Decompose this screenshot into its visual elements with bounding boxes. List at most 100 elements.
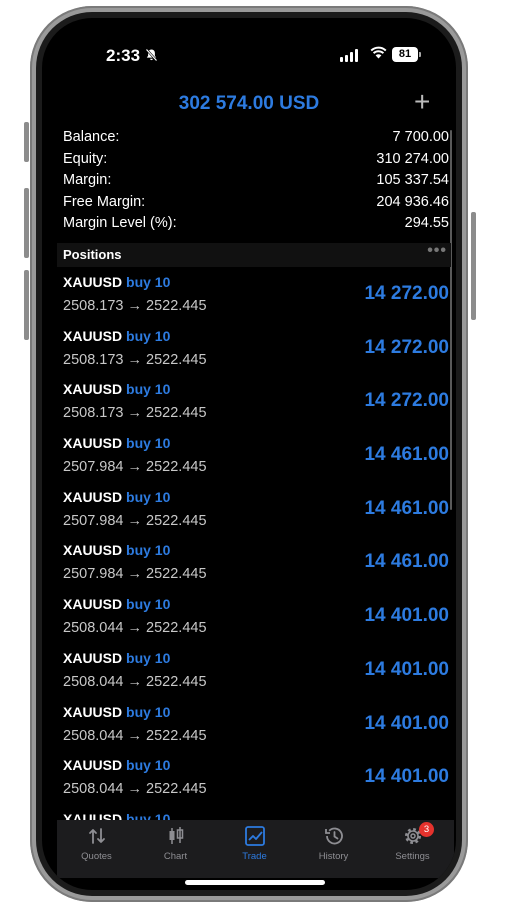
summary-value: 7 700.00 bbox=[392, 129, 449, 145]
silent-bell-icon bbox=[145, 48, 158, 65]
position-symbol: XAUUSD bbox=[63, 327, 123, 344]
position-profit: 14 461.00 bbox=[364, 551, 449, 573]
position-row[interactable]: XAUUSD buy 10 2508.044 → 2522.445 14 401… bbox=[63, 754, 449, 808]
tab-trade-label: Trade bbox=[242, 851, 267, 862]
action-button[interactable] bbox=[24, 122, 29, 162]
cellular-signal-icon bbox=[340, 49, 362, 62]
summary-label: Equity: bbox=[63, 150, 108, 167]
position-profit: 14 272.00 bbox=[364, 283, 449, 304]
position-symbol: XAUUSD bbox=[63, 488, 123, 505]
position-profit: 14 401.00 bbox=[364, 766, 449, 788]
position-type: buy 10 bbox=[126, 381, 171, 398]
position-row[interactable]: XAUUSD buy 10 2507.984 → 2522.445 14 461… bbox=[63, 486, 449, 540]
chart-icon bbox=[169, 827, 183, 844]
position-type: buy 10 bbox=[126, 703, 171, 720]
status-time: 2:33 bbox=[106, 46, 141, 65]
quotes-icon bbox=[88, 828, 105, 844]
position-prices: 2507.984 → 2522.445 bbox=[63, 566, 207, 583]
summary-label: Balance: bbox=[63, 129, 120, 145]
position-row[interactable]: XAUUSD buy 10 2508.044 → 2522.445 14 401… bbox=[63, 647, 449, 701]
position-title: XAUUSD buy 10 bbox=[63, 435, 170, 451]
summary-row-equity: Equity: 310 274.00 bbox=[63, 151, 449, 173]
position-prices: 2508.044 → 2522.445 bbox=[63, 781, 207, 798]
position-prices: 2507.984 → 2522.445 bbox=[63, 512, 207, 529]
position-prices: 2508.173 → 2522.445 bbox=[63, 351, 207, 368]
position-type: buy 10 bbox=[126, 274, 171, 290]
volume-up-button[interactable] bbox=[24, 188, 29, 258]
summary-row-margin-level: Margin Level (%): 294.55 bbox=[63, 215, 449, 237]
position-title: XAUUSD buy 10 bbox=[63, 328, 170, 344]
status-bar: 2:33 81 bbox=[42, 46, 456, 70]
position-symbol: XAUUSD bbox=[63, 596, 123, 613]
app-screen: 2:33 81 302 574.00 USD + Balance: 7 700.0… bbox=[42, 18, 456, 890]
position-title: XAUUSD buy 10 bbox=[63, 704, 170, 720]
positions-title: Positions bbox=[63, 247, 122, 262]
position-symbol: XAUUSD bbox=[63, 649, 123, 666]
tab-trade[interactable]: Trade bbox=[215, 826, 294, 862]
position-row[interactable]: XAUUSD buy 10 2507.984 → 2522.445 14 461… bbox=[63, 539, 449, 593]
position-profit: 14 401.00 bbox=[364, 605, 449, 627]
tab-quotes-label: Quotes bbox=[81, 851, 112, 862]
position-type: buy 10 bbox=[126, 757, 171, 774]
position-type: buy 10 bbox=[126, 327, 171, 344]
position-type: buy 10 bbox=[126, 488, 171, 505]
wifi-icon bbox=[370, 46, 387, 63]
position-type: buy 10 bbox=[126, 596, 171, 613]
summary-row-free-margin: Free Margin: 204 936.46 bbox=[63, 194, 449, 216]
tab-settings-label: Settings bbox=[395, 851, 430, 862]
position-row[interactable]: XAUUSD buy 10 2508.173 → 2522.445 14 272… bbox=[63, 378, 449, 432]
position-type: buy 10 bbox=[126, 542, 171, 559]
home-indicator[interactable] bbox=[185, 880, 325, 885]
scrollbar[interactable] bbox=[450, 130, 452, 510]
position-row[interactable]: XAUUSD buy 10 2508.173 → 2522.445 14 272… bbox=[63, 325, 449, 379]
position-symbol: XAUUSD bbox=[63, 757, 123, 774]
summary-value: 105 337.54 bbox=[376, 172, 449, 188]
position-title: XAUUSD buy 10 bbox=[63, 757, 170, 773]
position-title: XAUUSD buy 10 bbox=[63, 596, 170, 612]
position-profit: 14 461.00 bbox=[364, 497, 449, 519]
tab-history-label: History bbox=[318, 851, 349, 862]
tab-quotes[interactable]: Quotes bbox=[57, 826, 136, 862]
position-prices: 2508.173 → 2522.445 bbox=[63, 405, 207, 422]
summary-row-balance: Balance: 7 700.00 bbox=[63, 129, 449, 151]
tab-settings[interactable]: Settings 3 bbox=[373, 822, 452, 862]
position-prices: 2508.044 → 2522.445 bbox=[63, 620, 207, 637]
position-symbol: XAUUSD bbox=[63, 703, 123, 720]
trade-icon bbox=[244, 826, 265, 846]
summary-value: 204 936.46 bbox=[376, 193, 449, 210]
history-icon bbox=[324, 827, 343, 845]
summary-label: Margin Level (%): bbox=[63, 215, 177, 231]
position-profit: 14 401.00 bbox=[364, 658, 449, 680]
position-type: buy 10 bbox=[126, 435, 171, 452]
position-prices: 2508.044 → 2522.445 bbox=[63, 727, 207, 744]
phone-frame: 2:33 81 302 574.00 USD + Balance: 7 700.0… bbox=[30, 6, 468, 902]
position-title: XAUUSD buy 10 bbox=[63, 381, 170, 397]
position-title: XAUUSD buy 10 bbox=[63, 274, 170, 290]
position-profit: 14 272.00 bbox=[364, 390, 449, 412]
settings-badge: 3 bbox=[419, 822, 434, 837]
position-symbol: XAUUSD bbox=[63, 381, 123, 398]
position-row[interactable]: XAUUSD buy 10 2508.044 → 2522.445 14 401… bbox=[63, 593, 449, 647]
power-button[interactable] bbox=[471, 212, 476, 320]
position-prices: 2508.173 → 2522.445 bbox=[63, 298, 207, 314]
volume-down-button[interactable] bbox=[24, 270, 29, 340]
position-row[interactable]: XAUUSD buy 10 2507.984 → 2522.445 14 461… bbox=[63, 432, 449, 486]
tab-chart[interactable]: Chart bbox=[136, 826, 215, 862]
more-options-icon[interactable]: ••• bbox=[427, 242, 447, 260]
summary-label: Margin: bbox=[63, 172, 112, 188]
position-row[interactable]: XAUUSD buy 10 2508.044 → 2522.445 14 401… bbox=[63, 701, 449, 755]
position-profit: 14 461.00 bbox=[364, 444, 449, 466]
tab-bar: Quotes Chart Trade History Settings 3 bbox=[57, 820, 454, 878]
summary-row-margin: Margin: 105 337.54 bbox=[63, 172, 449, 194]
add-order-button[interactable]: + bbox=[414, 88, 430, 116]
position-profit: 14 401.00 bbox=[364, 712, 449, 734]
tab-history[interactable]: History bbox=[294, 826, 373, 862]
battery-icon: 81 bbox=[392, 47, 421, 62]
position-title: XAUUSD buy 10 bbox=[63, 489, 170, 505]
position-symbol: XAUUSD bbox=[63, 435, 123, 452]
position-prices: 2507.984 → 2522.445 bbox=[63, 459, 207, 476]
positions-list: XAUUSD buy 10 2508.173 → 2522.445 14 272… bbox=[63, 271, 449, 826]
account-total: 302 574.00 USD bbox=[178, 93, 320, 114]
position-row[interactable]: XAUUSD buy 10 2508.173 → 2522.445 14 272… bbox=[63, 271, 449, 325]
position-symbol: XAUUSD bbox=[63, 542, 123, 559]
